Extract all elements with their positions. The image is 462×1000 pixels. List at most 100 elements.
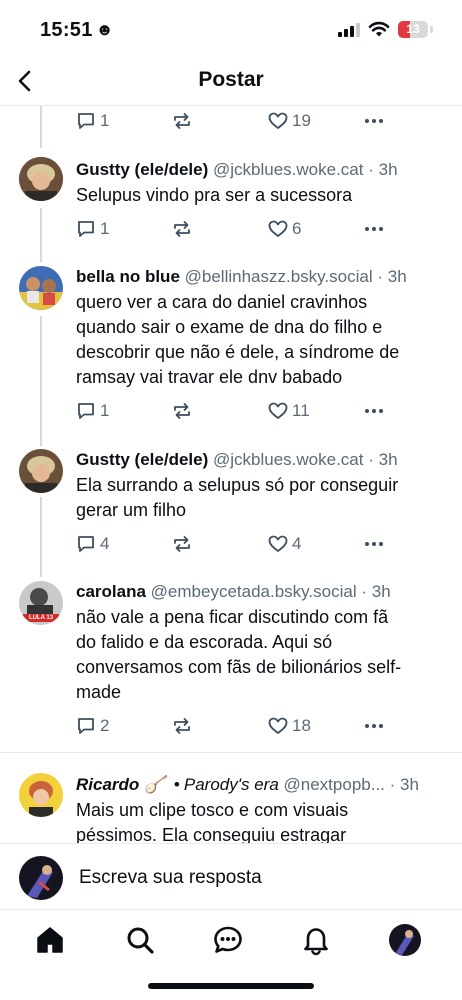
ellipsis-icon [365, 409, 383, 413]
author-handle[interactable]: @nextpopb... [284, 775, 385, 794]
like-count: 6 [292, 219, 302, 238]
avatar[interactable] [19, 266, 63, 310]
like-count: 4 [292, 534, 302, 553]
author-name[interactable]: Gustty (ele/dele) [76, 450, 208, 469]
battery-icon: 13 [398, 21, 428, 38]
home-indicator [148, 983, 314, 989]
post-header: carolana @embeycetada.bsky.social · 3h [76, 582, 391, 601]
more-options-button[interactable] [364, 219, 384, 239]
post-header: Gustty (ele/dele) @jckblues.woke.cat · 3… [76, 160, 398, 179]
post-actions: 4 4 [76, 534, 396, 554]
reply-icon [78, 221, 94, 237]
avatar-image [19, 266, 63, 310]
status-time: 15:51 ☻ [40, 19, 114, 41]
like-button[interactable]: 19 [268, 111, 311, 131]
post-actions: 1 19 [76, 111, 396, 131]
author-name[interactable]: bella no blue [76, 267, 180, 286]
home-icon[interactable] [34, 924, 66, 956]
reply-button[interactable]: 2 [76, 716, 109, 736]
repost-button[interactable] [172, 716, 192, 736]
post-text: Mais um clipe tosco e com visuais péssim… [76, 800, 349, 843]
thread-divider [0, 752, 462, 753]
repost-button[interactable] [172, 534, 192, 554]
ellipsis-icon [365, 724, 383, 728]
reply-input[interactable]: Escreva sua resposta [79, 867, 262, 889]
like-count: 11 [292, 401, 310, 420]
post-header: bella no blue @bellinhaszz.bsky.social ·… [76, 267, 407, 286]
ellipsis-icon [365, 542, 383, 546]
avatar-image [19, 449, 63, 493]
repost-button[interactable] [172, 219, 192, 239]
repost-icon [174, 536, 190, 552]
cellular-signal-icon [338, 23, 362, 37]
like-button[interactable]: 6 [268, 219, 301, 239]
avatar[interactable]: LULA 13 [19, 581, 63, 625]
more-options-button[interactable] [364, 534, 384, 554]
avatar-image [19, 773, 63, 817]
thread-line [40, 208, 42, 262]
bell-icon[interactable] [300, 924, 332, 956]
author-handle[interactable]: @jckblues.woke.cat [213, 160, 364, 179]
heart-icon [268, 220, 288, 237]
author-handle[interactable]: @bellinhaszz.bsky.social [185, 267, 373, 286]
heart-icon [268, 112, 288, 129]
author-name[interactable]: Gustty (ele/dele) [76, 160, 208, 179]
battery-level: 13 [406, 22, 420, 36]
reply-button[interactable]: 4 [76, 534, 109, 554]
thread-line [40, 497, 42, 577]
reply-button[interactable]: 1 [76, 111, 109, 131]
reply-button[interactable]: 1 [76, 219, 109, 239]
like-button[interactable]: 18 [268, 716, 311, 736]
avatar[interactable] [19, 773, 63, 817]
reply-button[interactable]: 1 [76, 401, 109, 421]
avatar[interactable] [19, 449, 63, 493]
reply-icon [78, 718, 94, 734]
my-avatar [19, 856, 63, 900]
thread-line [40, 316, 42, 446]
search-icon[interactable] [124, 924, 156, 956]
post-time: 3h [387, 267, 407, 286]
post-time: 3h [371, 582, 391, 601]
like-count: 18 [292, 716, 311, 735]
header: Postar [0, 56, 462, 106]
ellipsis-icon [365, 227, 383, 231]
post-text: Selupus vindo pra ser a sucessora [76, 185, 353, 205]
like-button[interactable]: 11 [268, 401, 310, 421]
profile-avatar[interactable] [389, 924, 421, 956]
repost-button[interactable] [172, 401, 192, 421]
avatar-image [389, 924, 421, 956]
reply-icon [78, 403, 94, 419]
thread-line [40, 106, 42, 148]
repost-icon [174, 718, 190, 734]
more-options-button[interactable] [364, 716, 384, 736]
repost-icon [174, 403, 190, 419]
author-handle[interactable]: @embeycetada.bsky.social [151, 582, 357, 601]
more-options-button[interactable] [364, 401, 384, 421]
bullet: • [173, 775, 180, 794]
repost-button[interactable] [172, 111, 192, 131]
avatar-image [19, 157, 63, 201]
author-name[interactable]: carolana [76, 582, 146, 601]
avatar-image [19, 856, 63, 900]
repost-icon [174, 113, 190, 129]
chat-icon[interactable] [212, 924, 244, 956]
reply-count: 2 [100, 716, 110, 735]
author-handle[interactable]: @jckblues.woke.cat [213, 450, 364, 469]
reply-count: 1 [100, 111, 110, 130]
post-actions: 2 18 [76, 716, 396, 736]
reply-count: 1 [100, 219, 110, 238]
post-text: quero ver a cara do daniel cravinhos qua… [76, 292, 400, 387]
smiley-icon: ☻ [95, 20, 114, 39]
like-button[interactable]: 4 [268, 534, 301, 554]
battery-tip [430, 26, 433, 33]
post-text: não vale a pena ficar discutindo com fã … [76, 607, 402, 702]
avatar[interactable] [19, 157, 63, 201]
reply-count: 1 [100, 401, 110, 420]
page-title: Postar [198, 68, 264, 91]
reply-icon [78, 113, 94, 129]
reply-composer[interactable]: Escreva sua resposta [0, 843, 462, 909]
reply-icon [78, 536, 94, 552]
more-options-button[interactable] [364, 111, 384, 131]
author-name[interactable]: Ricardo 🪕 [76, 775, 165, 794]
reply-count: 4 [100, 534, 110, 553]
